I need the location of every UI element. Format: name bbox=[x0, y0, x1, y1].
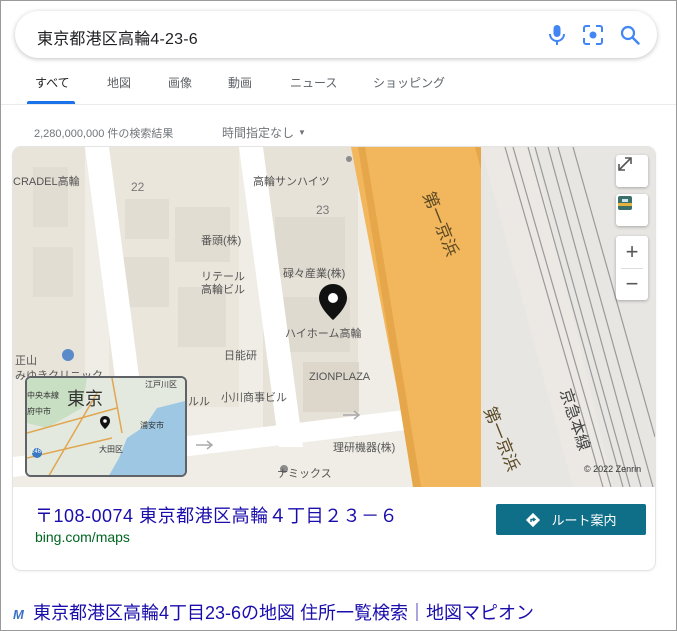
minimap-label-ota: 大田区 bbox=[99, 445, 123, 454]
map-label-ogawa: 小川商事ビル bbox=[221, 392, 287, 404]
map-label-riken: 理研機器(株) bbox=[333, 442, 396, 454]
map-label-namix: ナミックス bbox=[277, 468, 332, 480]
directions-button[interactable]: ルート案内 bbox=[496, 504, 646, 535]
overview-minimap[interactable]: 東京 江戸川区 中央本線 府中市 浦安市 大田区 246 bbox=[25, 376, 187, 477]
source-url[interactable]: bing.com/maps bbox=[35, 529, 130, 545]
search-input[interactable]: 東京都港区高輪4-23-6 bbox=[37, 25, 198, 49]
map-copyright: © 2022 Zenrin bbox=[584, 464, 642, 474]
tab-maps[interactable]: 地図 bbox=[107, 74, 131, 91]
tab-videos[interactable]: 動画 bbox=[228, 74, 252, 91]
map-label-banda: 番頭(株) bbox=[201, 235, 242, 247]
map-label-block-23: 23 bbox=[316, 203, 330, 217]
expand-icon bbox=[618, 157, 632, 171]
zoom-in-button[interactable]: + bbox=[616, 236, 648, 268]
caret-down-icon: ▼ bbox=[298, 128, 306, 137]
map-label-shonami: 碌々産業(株) bbox=[283, 268, 346, 280]
map-style-button[interactable] bbox=[616, 194, 648, 226]
traffic-icon bbox=[618, 196, 632, 210]
result-mapion[interactable]: M 東京都港区高輪4丁目23-6の地図 住所一覧検索｜地図マピオン bbox=[13, 599, 534, 625]
map-label-cradel: CRADEL高輪 bbox=[13, 176, 80, 188]
tab-shopping[interactable]: ショッピング bbox=[373, 74, 445, 91]
minimap-route-shield: 246 bbox=[31, 449, 42, 455]
mic-icon[interactable] bbox=[545, 23, 569, 47]
search-box[interactable]: 東京都港区高輪4-23-6 bbox=[15, 11, 657, 58]
minimap-label-edogawa: 江戸川区 bbox=[145, 380, 177, 389]
visual-search-icon[interactable] bbox=[581, 23, 605, 47]
directions-button-label: ルート案内 bbox=[551, 513, 617, 528]
minimap-label-tokyo: 東京 bbox=[67, 389, 103, 409]
search-icon[interactable] bbox=[618, 23, 642, 47]
minimap-label-fuchu: 府中市 bbox=[27, 407, 51, 416]
zoom-controls: + − bbox=[616, 236, 648, 300]
map-label-masayama: 正山 bbox=[15, 355, 37, 367]
map-label-block-22: 22 bbox=[131, 180, 145, 194]
map-label-sunheights: 高輪サンハイツ bbox=[253, 176, 330, 188]
page-frame: 東京都港区高輪4-23-6 すべて 地図 画像 動画 ニュース ショッピング 2… bbox=[0, 0, 677, 631]
map-label-zionplaza: ZIONPLAZA bbox=[309, 371, 371, 383]
map-label-biru: ルル bbox=[188, 396, 210, 408]
result-title: 東京都港区高輪4丁目23-6の地図 住所一覧検索｜地図マピオン bbox=[33, 603, 535, 623]
map-label-nikkaken: 日能研 bbox=[224, 350, 257, 362]
tab-images[interactable]: 画像 bbox=[168, 74, 192, 91]
directions-icon bbox=[525, 512, 541, 528]
time-filter-label: 時間指定なし bbox=[222, 126, 295, 140]
time-filter-dropdown[interactable]: 時間指定なし ▼ bbox=[222, 124, 306, 141]
map-card: CRADEL高輪 22 高輪サンハイツ 23 番頭(株) 碌々産業(株) リテー… bbox=[13, 147, 655, 570]
map-label-pin-name: ハイホーム高輪 bbox=[285, 328, 362, 340]
search-tabs: すべて 地図 画像 動画 ニュース ショッピング bbox=[1, 65, 676, 105]
result-count: 2,280,000,000 件の検索結果 bbox=[34, 128, 174, 140]
minimap-label-chuohonsen: 中央本線 bbox=[27, 391, 59, 400]
map-label-takanawa-bldg: 高輪ビル bbox=[201, 284, 245, 296]
map-view[interactable]: CRADEL高輪 22 高輪サンハイツ 23 番頭(株) 碌々産業(株) リテー… bbox=[13, 147, 655, 487]
minimap-label-urayasu: 浦安市 bbox=[140, 421, 164, 430]
mapion-favicon-icon: M bbox=[13, 607, 24, 622]
tab-all[interactable]: すべて bbox=[35, 74, 70, 91]
address-link[interactable]: 〒108-0074 東京都港区高輪４丁目２３－６ bbox=[35, 502, 398, 528]
active-tab-indicator bbox=[27, 101, 75, 104]
tab-news[interactable]: ニュース bbox=[290, 74, 337, 91]
zoom-out-button[interactable]: − bbox=[616, 268, 648, 300]
fullscreen-button[interactable] bbox=[616, 155, 648, 187]
